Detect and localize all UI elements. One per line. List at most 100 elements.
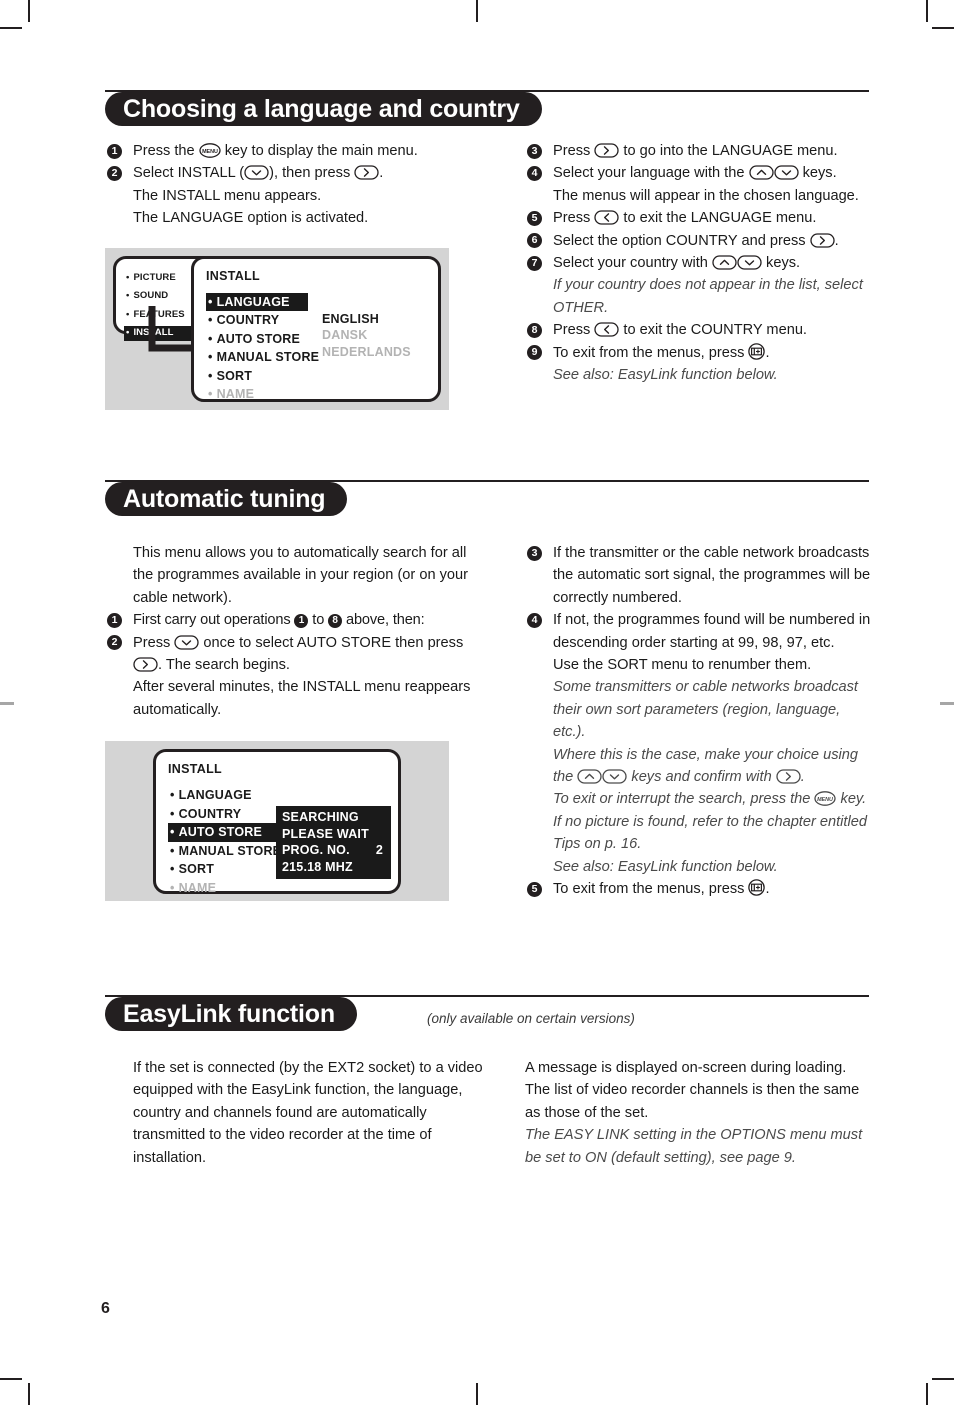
bullet-icon: •	[208, 387, 213, 402]
step-note-italic: See also: EasyLink function below.	[553, 858, 778, 875]
bullet-icon: •	[208, 368, 213, 383]
step-text: If the transmitter or the cable network …	[553, 545, 871, 606]
step-text: To exit from the menus, press .	[553, 879, 770, 898]
section-header: Choosing a language and country	[105, 90, 869, 128]
section-columns: If the set is connected (by the EXT2 soc…	[105, 1045, 869, 1205]
step-text: First carry out operations 1 to 8 above,…	[133, 612, 425, 629]
header-pill: Automatic tuning	[105, 482, 348, 516]
step-note-italic: See also: EasyLink function below.	[553, 367, 778, 384]
bullet-icon: •	[126, 271, 130, 283]
install-item-country[interactable]: • COUNTRY	[168, 805, 245, 824]
section-subtitle-note: (only available on certain versions)	[427, 1011, 635, 1026]
step-continuation: After several minutes, the INSTALL menu …	[133, 679, 471, 718]
step-number: 6	[527, 233, 542, 249]
right-column: A message is displayed on-screen during …	[525, 1057, 875, 1169]
right-column: 3 If the transmitter or the cable networ…	[525, 542, 875, 901]
diagram-auto-store: INSTALL • LANGUAGE • COUNTRY • AUTO STORE •…	[105, 741, 449, 902]
step-item: 7 Select your country with keys.	[525, 252, 875, 274]
step-item: 3 If the transmitter or the cable networ…	[525, 542, 875, 609]
search-status-line: SEARCHING	[282, 810, 359, 825]
step-item: 4 If not, the programmes found will be n…	[525, 609, 875, 654]
item-label: LANGUAGE	[216, 294, 290, 309]
svg-text:MENU: MENU	[202, 149, 218, 155]
prog-no-label: PROG. NO.	[282, 843, 350, 858]
step-text: Press to exit the COUNTRY menu.	[553, 322, 807, 339]
install-item-country[interactable]: • COUNTRY	[206, 311, 283, 330]
right-column: 3 Press to go into the LANGUAGE menu. 4 …	[525, 140, 875, 386]
section-title: Choosing a language and country	[123, 94, 520, 123]
prog-no-value: 2	[375, 843, 383, 858]
bullet-icon: •	[170, 825, 175, 840]
crop-mark-top-center	[476, 0, 478, 22]
step-item: 8 Press to exit the COUNTRY menu.	[525, 319, 875, 341]
right-key-icon	[809, 232, 835, 248]
step-number: 4	[527, 165, 542, 181]
install-item-manual-store[interactable]: • MANUAL STORE	[206, 348, 323, 367]
item-label: AUTO STORE	[178, 825, 263, 840]
page-number: 6	[101, 1300, 110, 1317]
step-number: 8	[527, 322, 542, 338]
language-value[interactable]: NEDERLANDS	[322, 344, 411, 361]
step-text: Press the MENU key to display the main m…	[133, 143, 418, 159]
step-number: 4	[527, 612, 542, 628]
main-menu-item[interactable]: • SOUND	[124, 289, 172, 304]
step-text: If not, the programmes found will be num…	[553, 612, 871, 651]
item-label: NAME	[216, 387, 255, 402]
crop-mark-top-right	[926, 0, 928, 22]
crop-mark-right-bottom	[932, 1378, 954, 1380]
step-item: 1 First carry out operations 1 to 8 abov…	[105, 609, 490, 631]
install-menu-title: INSTALL	[206, 268, 260, 283]
step-text: Select your country with keys.	[553, 255, 801, 272]
step-number: 5	[527, 210, 542, 226]
crop-mark-right-top	[932, 27, 954, 29]
step-text: To exit from the menus, press .	[553, 342, 770, 361]
section-header: EasyLink function (only available on cer…	[105, 995, 869, 1033]
item-label: SOUND	[133, 290, 169, 302]
section-choosing-language-country: Choosing a language and country 1 Press …	[105, 90, 869, 450]
install-item-language[interactable]: • LANGUAGE	[168, 786, 256, 805]
install-item-sort[interactable]: • SORT	[168, 860, 218, 879]
bullet-icon: •	[208, 331, 213, 346]
header-pill: Choosing a language and country	[105, 92, 542, 126]
install-item-name: • NAME	[168, 879, 220, 898]
main-menu-item[interactable]: • PICTURE	[124, 271, 180, 286]
step-text: Press once to select AUTO STORE then pre…	[133, 634, 464, 674]
crop-mark-right-middle	[940, 702, 954, 705]
install-item-manual-store[interactable]: • MANUAL STORE	[168, 842, 285, 861]
language-value-selected[interactable]: ENGLISH	[322, 311, 411, 328]
bullet-icon: •	[170, 862, 175, 877]
svg-text:MENU: MENU	[818, 797, 834, 803]
manual-page: Choosing a language and country 1 Press …	[0, 0, 954, 1405]
install-item-auto-store-selected[interactable]: • AUTO STORE	[168, 823, 282, 842]
install-item-sort[interactable]: • SORT	[206, 367, 256, 386]
install-item-language[interactable]: • LANGUAGE	[206, 292, 308, 312]
crop-mark-bottom-right	[926, 1383, 928, 1405]
install-item-auto-store[interactable]: • AUTO STORE	[206, 330, 304, 349]
down-key-icon	[602, 769, 627, 784]
step-number: 1	[107, 143, 122, 159]
install-menu-box: INSTALL • LANGUAGE • COUNTRY • AUTO STORE •…	[153, 749, 401, 895]
step-note-italic: To exit or interrupt the search, press t…	[525, 788, 875, 855]
step-continuation: The LANGUAGE option is activated.	[133, 210, 369, 227]
step-item: 9 To exit from the menus, press .	[525, 342, 875, 364]
right-key-icon	[133, 657, 158, 672]
step-text: Select your language with the keys.	[553, 165, 837, 182]
down-key-icon	[244, 165, 269, 181]
crop-mark-left-bottom	[0, 1378, 22, 1380]
easylink-right-body: A message is displayed on-screen during …	[525, 1060, 860, 1121]
prog-no-row: PROG. NO. 2	[282, 842, 385, 859]
language-values-list: ENGLISH DANSK NEDERLANDS	[322, 311, 411, 361]
section-columns: 1 Press the MENU key to display the main…	[105, 140, 869, 450]
exit-screen-key-icon	[748, 879, 766, 896]
menu-key-icon: MENU	[814, 791, 837, 807]
step-note-italic: Where this is the case, make your choice…	[525, 744, 875, 789]
item-label: NAME	[178, 880, 217, 895]
language-value[interactable]: DANSK	[322, 327, 411, 344]
item-label: MANUAL STORE	[216, 350, 320, 365]
up-key-icon	[712, 255, 737, 270]
crop-mark-bottom-left	[28, 1383, 30, 1405]
bullet-icon: •	[208, 350, 213, 365]
step-number: 5	[527, 881, 542, 897]
intro-paragraph: This menu allows you to automatically se…	[133, 545, 469, 606]
bullet-icon: •	[208, 294, 213, 309]
